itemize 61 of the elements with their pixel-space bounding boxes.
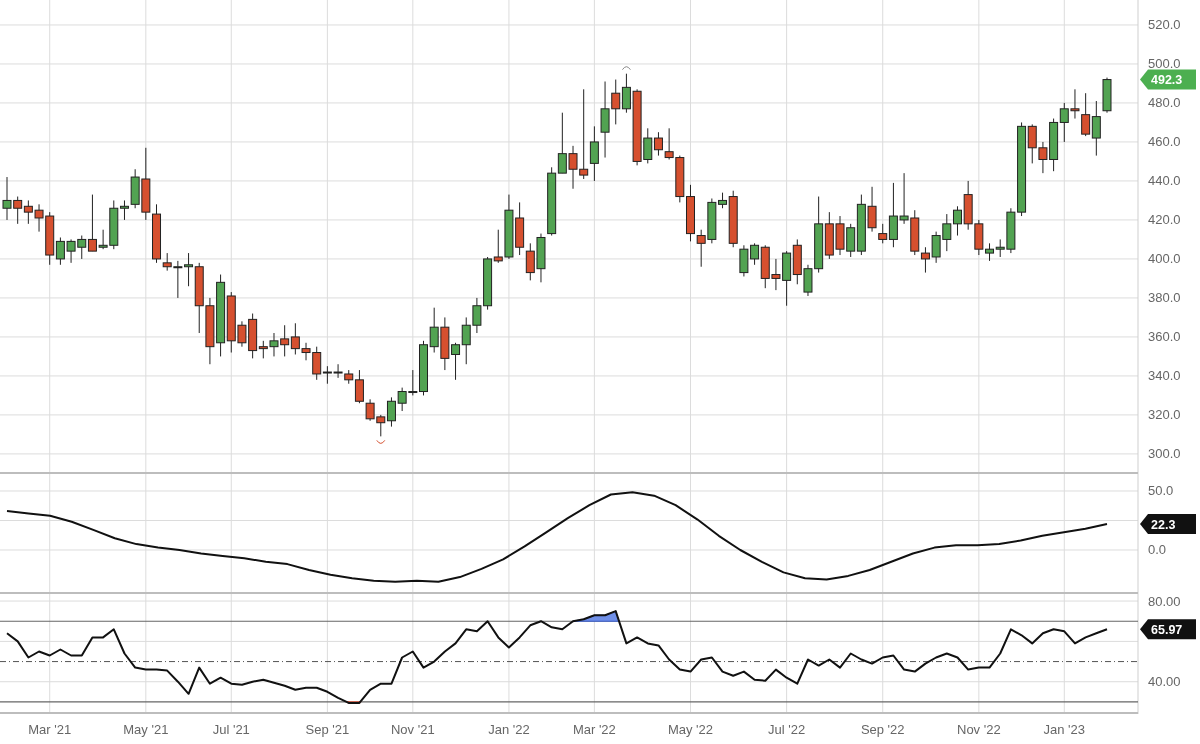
candlestick [386,396,396,428]
candlestick [536,233,546,283]
candlestick [547,166,557,237]
candlestick [461,316,471,365]
candlestick [66,238,76,264]
candlestick [557,112,567,174]
axis-label: Jan '22 [488,722,530,737]
candlestick [525,242,535,281]
candlestick [515,201,525,256]
candlestick [397,387,407,412]
high-marker-icon [621,66,631,71]
axis-label: 460.0 [1148,134,1181,150]
axis-label: Sep '22 [860,722,905,737]
candlestick [429,307,439,354]
axis-label: 420.0 [1148,212,1181,228]
candlestick [931,231,941,264]
axis-label: 300.0 [1148,446,1181,462]
candlestick [835,215,845,256]
candlestick [792,238,802,285]
axis-label: Mar '21 [28,722,72,737]
axis-label: Jul '21 [212,722,250,737]
axis-label: 440.0 [1148,173,1181,189]
candlestick [1070,88,1080,120]
axis-label: 360.0 [1148,329,1181,345]
value-tag: 22.3 [1140,514,1196,535]
candlestick [376,414,386,437]
axis-label: 50.0 [1148,483,1174,499]
candlestick [1059,102,1069,143]
axis-label: May '22 [667,722,714,737]
axis-label: Nov '21 [391,722,435,737]
candlestick [333,363,343,379]
candlestick [653,131,663,157]
axis-label: Mar '22 [572,722,616,737]
axis-label: 480.0 [1148,95,1181,111]
axis-label: 400.0 [1148,251,1181,267]
axis-label: Sep '21 [305,722,350,737]
axis-label: Jul '22 [768,722,806,737]
candlestick [280,324,290,357]
oversold-fill [345,701,362,704]
axis-label: 520.0 [1148,17,1181,33]
value-tag: 65.97 [1140,619,1196,640]
candlestick [451,342,461,381]
axis-label: 80.00 [1148,594,1181,609]
axis-label: Nov '22 [957,722,1001,737]
candlestick [205,297,215,365]
axis-label: Jan '23 [1043,722,1086,737]
candlestick [23,199,33,225]
value-tag: 492.3 [1140,69,1196,90]
axis-label: 0.0 [1148,542,1167,558]
axis-label: 500.0 [1148,56,1181,72]
candlestick [269,332,279,357]
candlestick [899,172,909,225]
axis-label: 40.00 [1148,674,1181,690]
axis-label: 380.0 [1148,290,1181,306]
candlestick [1081,92,1091,137]
axis-label: May '21 [123,722,169,737]
low-marker-icon [376,439,386,444]
candlestick [440,316,450,371]
candlestick [942,213,952,252]
axis-label: 320.0 [1148,407,1181,423]
axis-label: 340.0 [1148,368,1181,384]
